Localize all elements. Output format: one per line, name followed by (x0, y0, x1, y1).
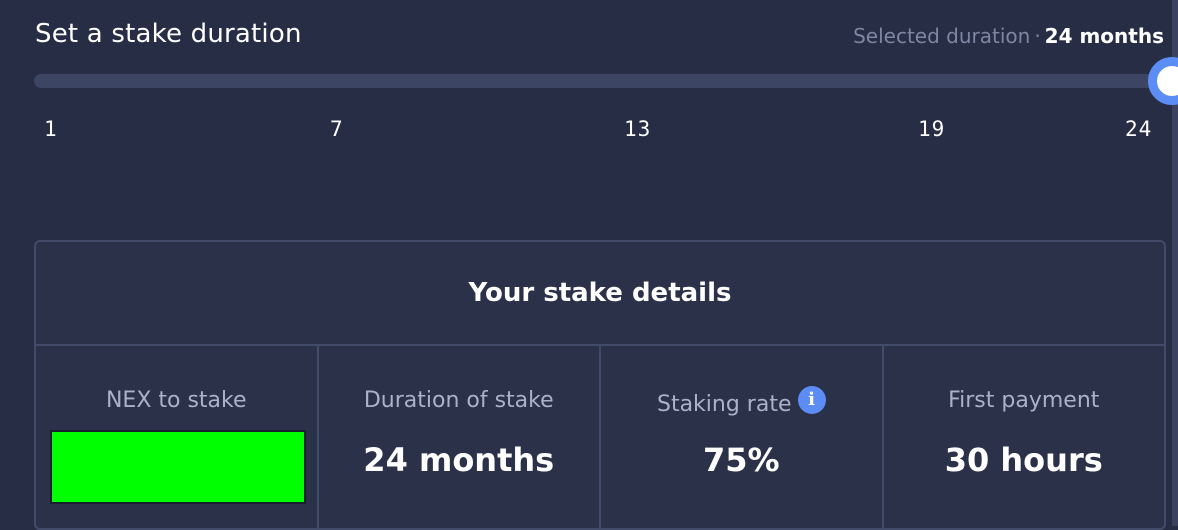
stake-details-grid: NEX to stake Duration of stake 24 months… (36, 346, 1164, 530)
staking-rate-label: Staking rate (656, 392, 792, 417)
selected-duration-label: Selected duration (853, 24, 1031, 48)
first-payment-cell: First payment 30 hours (884, 346, 1165, 530)
selected-duration-value: 24 months (1044, 24, 1164, 48)
first-payment-value: 30 hours (944, 441, 1103, 479)
stake-details-title: Your stake details (468, 278, 732, 308)
stake-details-header: Your stake details (36, 242, 1164, 346)
duration-of-stake-cell: Duration of stake 24 months (319, 346, 601, 530)
tick-label: 24 (1125, 117, 1153, 141)
stake-details-card: Your stake details NEX to stake Duration… (34, 240, 1166, 530)
slider-ticks: 1 7 13 19 24 (0, 116, 1178, 142)
nex-to-stake-label: NEX to stake (105, 388, 247, 413)
duration-section-title: Set a stake duration (35, 19, 302, 49)
slider-track[interactable] (34, 74, 1166, 88)
duration-of-stake-value: 24 months (363, 441, 555, 479)
staking-rate-cell: Staking rate i 75% (601, 346, 884, 530)
tick-label: 7 (330, 117, 344, 141)
nex-to-stake-cell: NEX to stake (36, 346, 319, 530)
selected-duration-separator: · (1034, 24, 1041, 48)
duration-slider[interactable] (34, 57, 1178, 105)
duration-of-stake-label: Duration of stake (363, 388, 554, 413)
tick-label: 1 (44, 117, 58, 141)
selected-duration-readout: Selected duration · 24 months (853, 22, 1164, 50)
staking-rate-label-row: Staking rate i (601, 386, 882, 420)
tick-label: 19 (918, 117, 946, 141)
staking-rate-value: 75% (702, 441, 780, 479)
first-payment-label: First payment (948, 388, 1100, 413)
tick-label: 13 (624, 117, 652, 141)
nex-amount-input[interactable] (50, 430, 306, 504)
info-icon[interactable]: i (797, 386, 826, 414)
slider-thumb[interactable] (1148, 57, 1178, 105)
